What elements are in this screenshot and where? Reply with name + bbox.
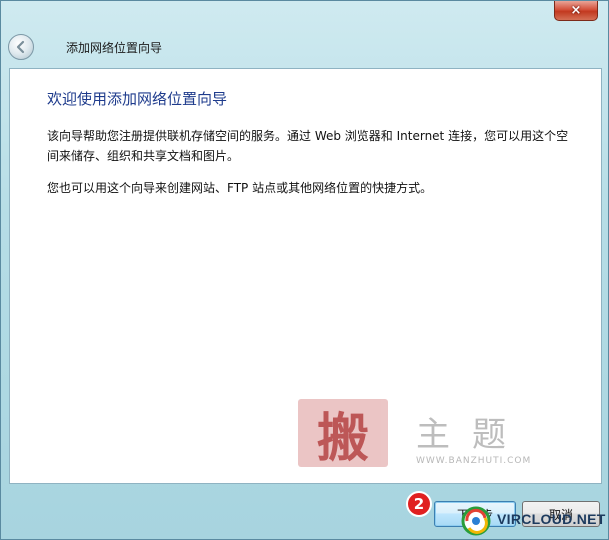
back-arrow-icon xyxy=(16,40,25,54)
watermark-stamp: 搬 xyxy=(298,399,388,469)
wizard-content-panel: 欢迎使用添加网络位置向导 该向导帮助您注册提供联机存储空间的服务。通过 Web … xyxy=(9,68,602,484)
watermark-stamp-char: 搬 xyxy=(316,407,369,469)
close-button[interactable]: × xyxy=(554,1,598,21)
vircloud-logo-icon xyxy=(461,506,491,536)
back-button[interactable] xyxy=(8,34,34,60)
intro-paragraph: 该向导帮助您注册提供联机存储空间的服务。通过 Web 浏览器和 Internet… xyxy=(47,129,569,163)
watermark-text: 主题 xyxy=(416,415,528,455)
wizard-window: × 添加网络位置向导 欢迎使用添加网络位置向导 该向导帮助您注册提供联机存储空间… xyxy=(0,0,609,540)
background-taskbar-ghost xyxy=(61,1,538,21)
vircloud-brand-text: VIRCLOUD.NET xyxy=(497,511,606,527)
close-icon: × xyxy=(570,3,582,18)
step-badge: 2 xyxy=(406,491,432,517)
page-heading: 欢迎使用添加网络位置向导 xyxy=(47,90,228,108)
shortcut-paragraph: 您也可以用这个向导来创建网站、FTP 站点或其他网络位置的快捷方式。 xyxy=(47,181,433,195)
watermark-url: WWW.BANZHUTI.COM xyxy=(416,456,532,466)
window-title: 添加网络位置向导 xyxy=(66,41,163,55)
